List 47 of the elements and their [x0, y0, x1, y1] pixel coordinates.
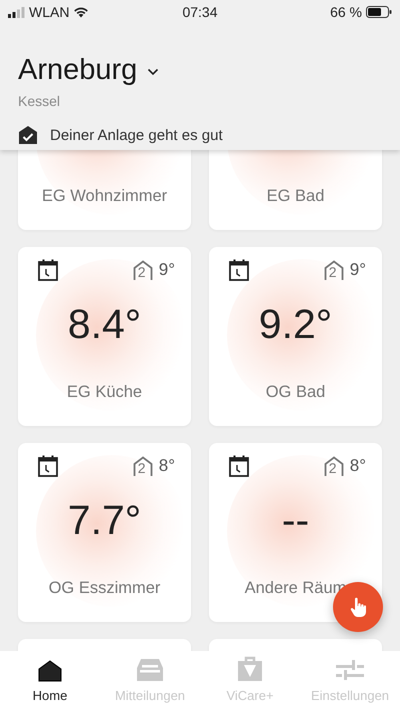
room-name: OG Esszimmer: [48, 579, 162, 598]
room-name: EG Bad: [266, 187, 326, 206]
sliders-icon: [335, 658, 365, 682]
room-card[interactable]: 2 8° 7.7° OG Esszimmer: [18, 443, 191, 622]
room-temperature: 7.7°: [68, 497, 142, 544]
device-subtitle: Kessel: [18, 93, 62, 109]
room-card[interactable]: EG Bad: [209, 150, 382, 230]
room-temperature: --: [282, 497, 310, 544]
wifi-icon: [73, 6, 90, 18]
location-title[interactable]: Arneburg: [18, 54, 138, 87]
signal-icon: [8, 6, 25, 18]
clock: 07:34: [182, 4, 218, 20]
room-name: EG Wohnzimmer: [40, 187, 168, 206]
setpoint-temperature: 8°: [158, 456, 175, 476]
system-status: Deiner Anlage geht es gut: [50, 126, 223, 144]
house-outline-icon: [324, 260, 344, 280]
floor-number: 2: [328, 264, 337, 278]
shopping-bag-icon: [237, 656, 263, 682]
battery-percent: 66 %: [330, 4, 362, 20]
house-check-icon: [18, 125, 38, 145]
floor-number: 2: [138, 460, 146, 474]
house-icon: [38, 660, 62, 682]
room-name: EG Küche: [66, 383, 144, 402]
house-outline-icon: [132, 260, 153, 280]
room-name: OG Bad: [264, 383, 326, 402]
room-card[interactable]: 2 9° 8.4° EG Küche: [18, 247, 191, 426]
room-card[interactable]: 2 9° 9.2° OG Bad: [209, 247, 382, 426]
hand-pointer-icon: [350, 597, 366, 617]
setpoint-temperature: 8°: [350, 456, 366, 476]
house-outline-icon: [324, 456, 344, 476]
house-outline-icon: [132, 456, 153, 476]
calendar-clock-icon[interactable]: [229, 259, 249, 281]
inbox-icon: [136, 658, 164, 682]
room-temperature: 8.4°: [68, 301, 142, 348]
room-card[interactable]: EG Wohnzimmer: [18, 150, 191, 230]
floor-number: 2: [328, 460, 337, 474]
room-temperature: 9.2°: [258, 301, 332, 348]
carrier-label: WLAN: [29, 4, 70, 20]
floor-number: 2: [138, 264, 146, 278]
battery-icon: [366, 6, 392, 18]
setpoint-temperature: 9°: [158, 260, 175, 280]
calendar-clock-icon[interactable]: [229, 455, 249, 477]
calendar-clock-icon[interactable]: [38, 455, 58, 477]
calendar-clock-icon[interactable]: [38, 259, 58, 281]
tab[interactable]: Home: [0, 651, 100, 711]
setpoint-temperature: 9°: [350, 260, 366, 280]
chevron-down-icon[interactable]: [147, 68, 160, 76]
